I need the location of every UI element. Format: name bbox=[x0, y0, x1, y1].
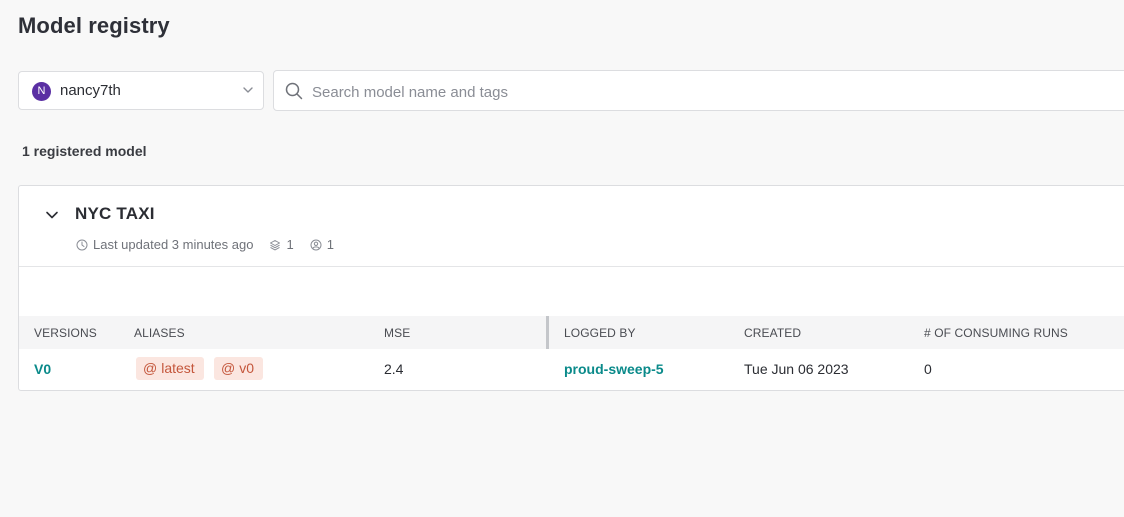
collapse-chevron-icon[interactable] bbox=[43, 206, 61, 224]
alias-badge[interactable]: @ v0 bbox=[214, 357, 264, 380]
clock-icon bbox=[76, 239, 88, 250]
header-versions[interactable]: VERSIONS bbox=[34, 326, 97, 340]
user-icon bbox=[310, 239, 322, 250]
alias-badge[interactable]: @ latest bbox=[136, 357, 204, 380]
logged-by-link[interactable]: proud-sweep-5 bbox=[564, 361, 664, 377]
header-created[interactable]: CREATED bbox=[744, 326, 801, 340]
avatar: N bbox=[32, 82, 51, 101]
registered-model-count: 1 registered model bbox=[22, 143, 147, 159]
versions-count: 1 bbox=[286, 237, 294, 252]
created-date: Tue Jun 06 2023 bbox=[744, 361, 849, 377]
at-icon: @ bbox=[143, 360, 158, 376]
header-aliases[interactable]: ALIASES bbox=[134, 326, 185, 340]
version-link[interactable]: V0 bbox=[34, 361, 51, 377]
search-icon bbox=[285, 82, 303, 100]
chevron-down-icon bbox=[243, 87, 253, 93]
model-card: NYC TAXI Last updated 3 minutes ago 1 1 … bbox=[18, 185, 1124, 391]
layers-icon bbox=[270, 239, 281, 250]
mse-value: 2.4 bbox=[384, 361, 404, 377]
entity-name: nancy7th bbox=[60, 82, 121, 99]
card-divider bbox=[19, 266, 1124, 267]
last-updated: Last updated 3 minutes ago bbox=[93, 237, 254, 252]
versions-table-header: VERSIONS ALIASES MSE LOGGED BY CREATED #… bbox=[19, 316, 1124, 349]
model-name[interactable]: NYC TAXI bbox=[75, 204, 155, 224]
header-logged-by[interactable]: LOGGED BY bbox=[564, 326, 636, 340]
page-title: Model registry bbox=[18, 13, 170, 38]
table-row: V0 @ latest @ v0 2.4 proud-sweep-5 Tue Jun… bbox=[19, 349, 1124, 390]
model-meta: Last updated 3 minutes ago 1 1 bbox=[76, 237, 350, 252]
column-resize-handle[interactable] bbox=[546, 316, 549, 349]
entity-selector[interactable]: N nancy7th bbox=[18, 71, 264, 110]
header-mse[interactable]: MSE bbox=[384, 326, 410, 340]
at-icon: @ bbox=[221, 360, 236, 376]
users-count: 1 bbox=[326, 237, 334, 252]
consuming-runs-count: 0 bbox=[924, 361, 932, 377]
search-input[interactable] bbox=[310, 79, 1074, 105]
header-consuming-runs[interactable]: # OF CONSUMING RUNS bbox=[924, 326, 1068, 340]
search-box[interactable] bbox=[273, 70, 1124, 111]
model-registry-page: Model registry N nancy7th 1 registered m… bbox=[0, 0, 1124, 517]
